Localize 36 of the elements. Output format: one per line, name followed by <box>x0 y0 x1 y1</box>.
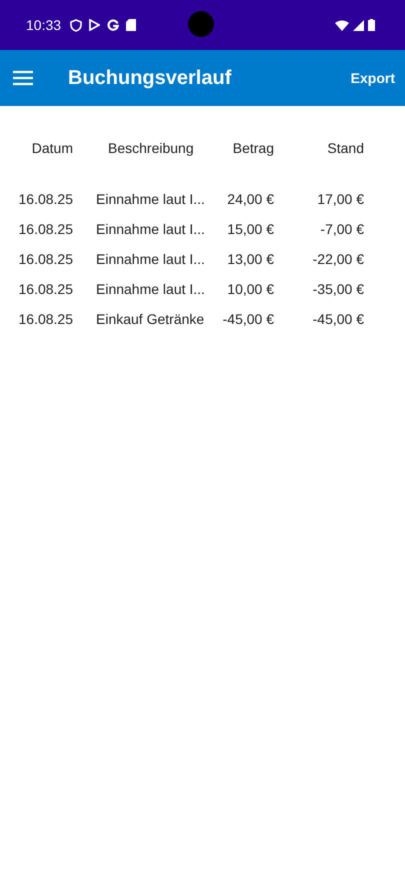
table-cell-text: Einkauf Getränke <box>95 310 203 329</box>
table-cell-text: 17,00 € <box>316 190 364 209</box>
table-cell-text: 16.08.25 <box>18 220 73 239</box>
wifi-icon <box>335 20 349 30</box>
table-cell-text: 16.08.25 <box>18 190 73 209</box>
table-cell-text: 16.08.25 <box>18 280 73 299</box>
column-header: Beschreibung <box>107 139 195 158</box>
table-cell-text: 10,00 € <box>226 280 274 299</box>
status-time: 10:33 <box>26 17 62 33</box>
table-cell-text: -22,00 € <box>312 250 364 269</box>
camera-cutout <box>188 11 214 37</box>
export-button[interactable]: Export <box>350 66 395 90</box>
google-icon <box>107 19 120 31</box>
sd-card-icon <box>126 19 136 31</box>
table-cell-text: 13,00 € <box>226 250 274 269</box>
table-cell-text: -35,00 € <box>312 280 364 299</box>
column-header: Stand <box>326 139 364 158</box>
table-cell-text: Einnahme laut I... <box>95 190 203 209</box>
table-cell-text: 15,00 € <box>226 220 274 239</box>
column-header: Datum <box>30 139 73 158</box>
table-cell-text: -7,00 € <box>319 220 364 239</box>
table-cell-text: Einnahme laut I... <box>95 220 203 239</box>
app-title: Buchungsverlauf <box>68 66 232 90</box>
play-store-icon <box>89 19 100 31</box>
table-cell-text: -45,00 € <box>312 310 364 329</box>
table-cell-text: 16.08.25 <box>18 250 73 269</box>
signal-icon <box>353 20 364 30</box>
table-cell-text: 24,00 € <box>226 190 274 209</box>
battery-icon <box>368 19 375 31</box>
table-cell-text: -45,00 € <box>222 310 274 329</box>
table-cell-text: 16.08.25 <box>18 310 73 329</box>
column-header: Betrag <box>232 139 274 158</box>
menu-icon[interactable] <box>13 70 33 86</box>
table-cell-text: Einnahme laut I... <box>95 250 203 269</box>
shield-icon <box>70 18 82 32</box>
table-cell-text: Einnahme laut I... <box>95 280 203 299</box>
